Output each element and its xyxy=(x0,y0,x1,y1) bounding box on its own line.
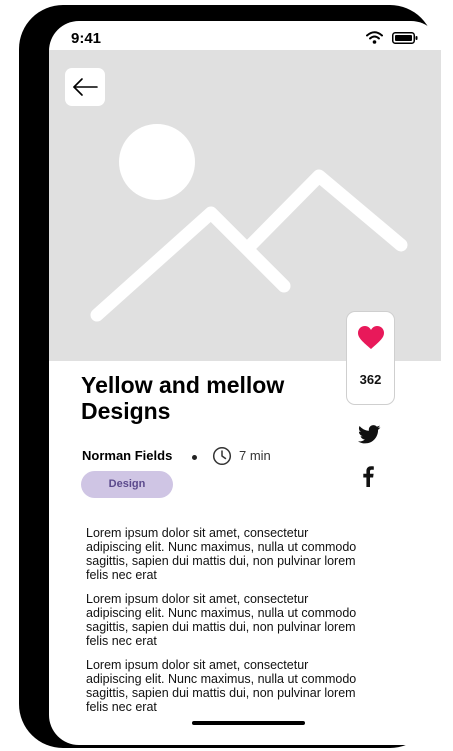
separator-dot xyxy=(192,455,197,460)
status-time: 9:41 xyxy=(71,30,102,47)
read-time: 7 min xyxy=(239,448,271,463)
body-paragraph: Lorem ipsum dolor sit amet, consectetur … xyxy=(86,592,357,648)
arrow-left-icon xyxy=(73,78,98,96)
article-title: Yellow and mellow Designs xyxy=(81,372,285,424)
phone-frame: 9:41 362 Yellow and mellow Designs Norma… xyxy=(19,5,441,748)
like-count: 362 xyxy=(359,372,382,387)
body-paragraph: Lorem ipsum dolor sit amet, consectetur … xyxy=(86,526,357,582)
heart-icon[interactable] xyxy=(358,326,384,350)
twitter-icon[interactable] xyxy=(358,425,381,444)
screen: 9:41 362 Yellow and mellow Designs Norma… xyxy=(49,21,441,745)
tag-chip-design[interactable]: Design xyxy=(81,471,173,498)
body-paragraph: Lorem ipsum dolor sit amet, consectetur … xyxy=(86,658,357,714)
wifi-icon xyxy=(366,31,383,44)
home-indicator[interactable] xyxy=(192,721,305,725)
like-card: 362 xyxy=(346,311,395,405)
battery-icon xyxy=(392,32,418,44)
author-name[interactable]: Norman Fields xyxy=(82,448,172,463)
facebook-icon[interactable] xyxy=(362,466,374,487)
back-button[interactable] xyxy=(65,68,105,106)
clock-icon xyxy=(212,446,232,466)
status-bar: 9:41 xyxy=(49,21,441,51)
